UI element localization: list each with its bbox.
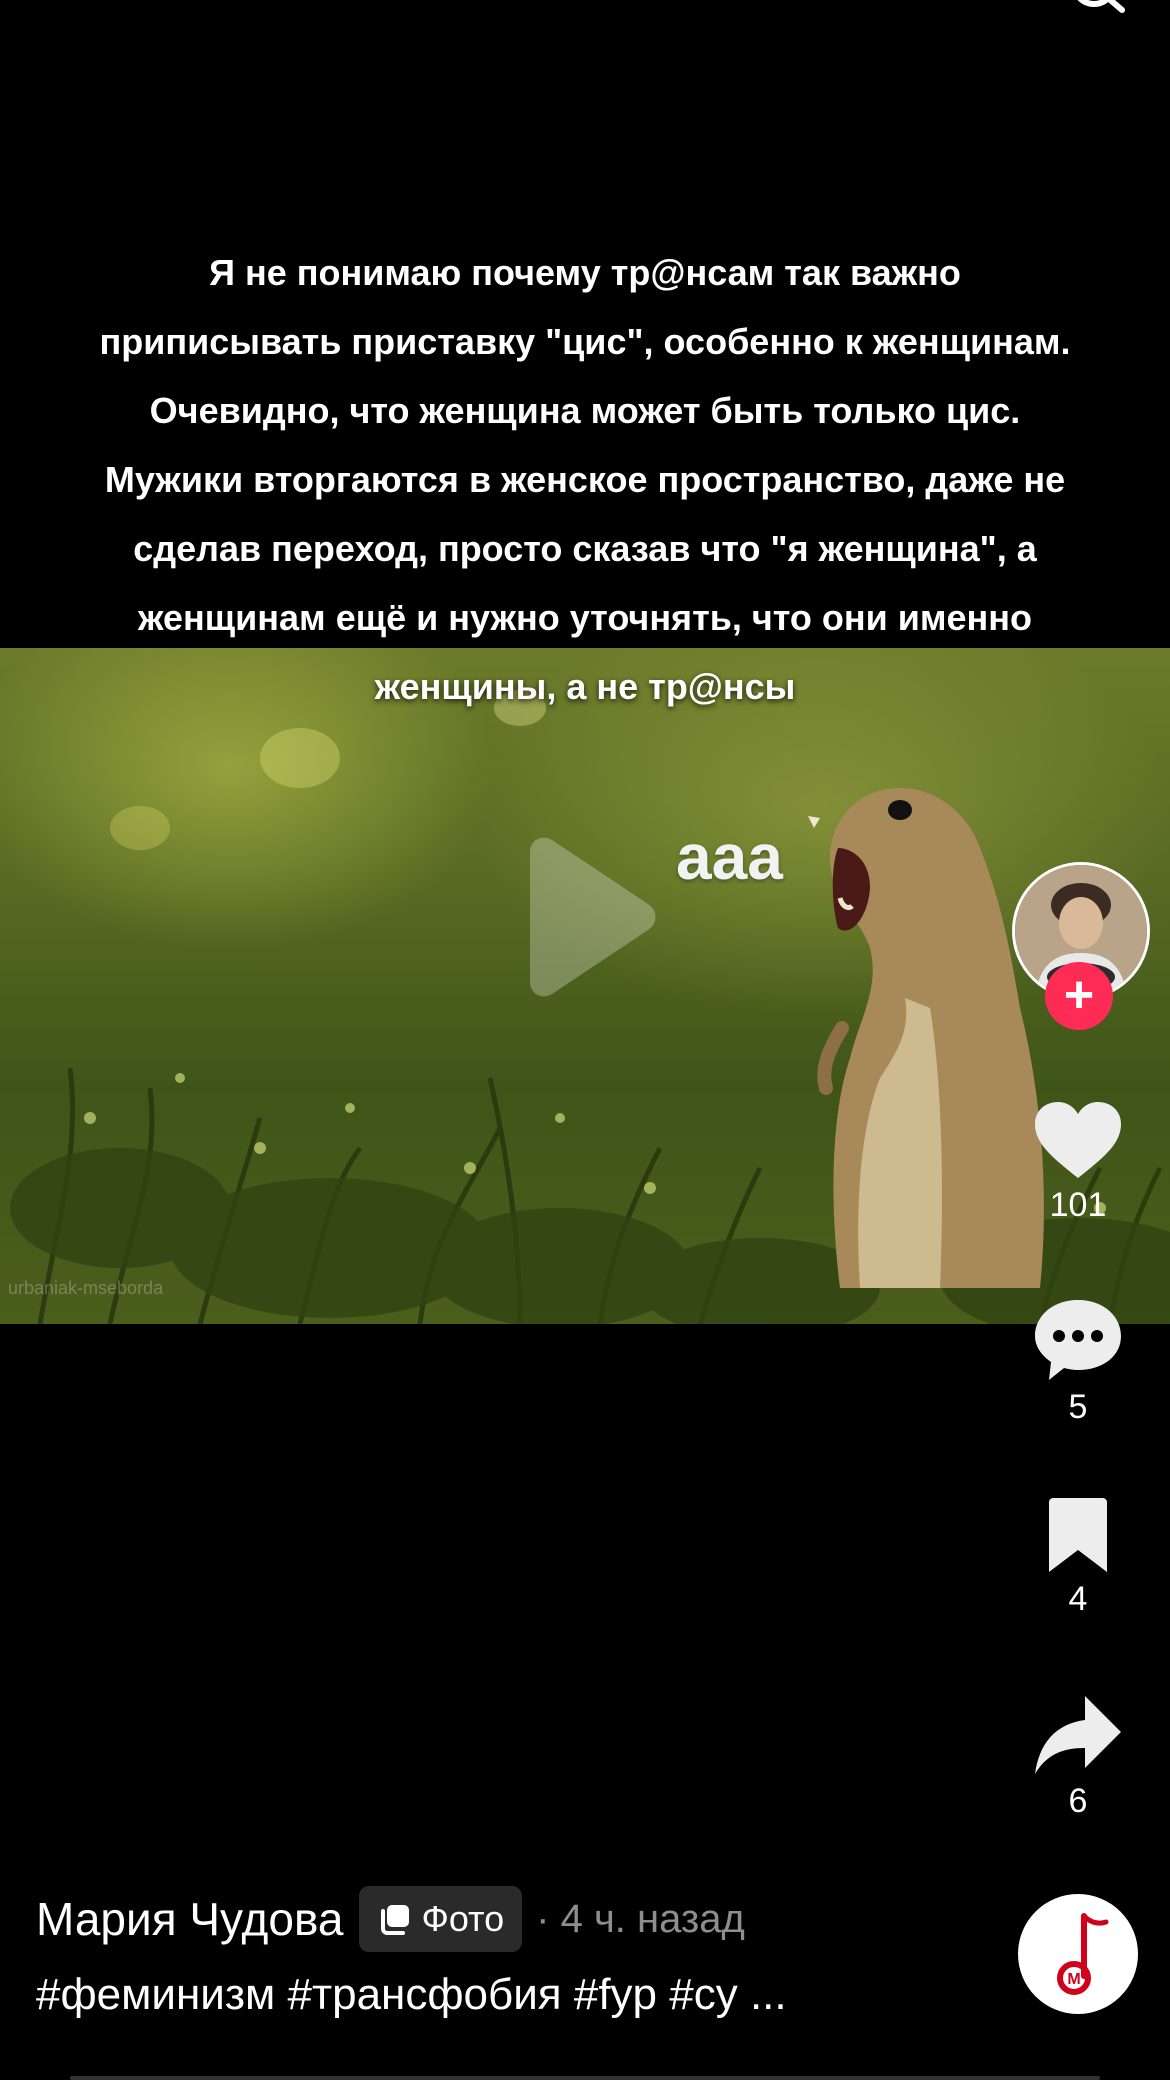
share-button[interactable]: 6	[1030, 1694, 1126, 1821]
post-time: · 4 ч. назад	[536, 1896, 745, 1941]
like-button[interactable]: 101	[1030, 1100, 1126, 1225]
bookmark-icon	[1049, 1498, 1107, 1572]
bookmark-button[interactable]: 4	[1030, 1498, 1126, 1619]
caption-line: Я не понимаю почему тр@нсам так важно	[209, 252, 961, 293]
heart-icon	[1035, 1102, 1121, 1178]
play-icon[interactable]	[510, 832, 660, 1002]
caption-line: приписывать приставку "цис", особенно к …	[99, 321, 1071, 362]
photo-watermark: urbaniak-mseborda	[8, 1278, 164, 1298]
caption-line: женщины, а не тр@нсы	[374, 666, 796, 707]
image-overlay-text: ааа	[676, 821, 783, 893]
photo-badge-label: Фото	[421, 1898, 505, 1939]
comment-button[interactable]: 5	[1030, 1296, 1126, 1427]
share-icon	[1035, 1696, 1121, 1774]
music-disc[interactable]: M	[1018, 1894, 1138, 2014]
back-icon[interactable]	[50, 0, 90, 10]
search-icon[interactable]	[1068, 0, 1128, 14]
post-hashtags[interactable]: #феминизм #трансфобия #fyp #cy ...	[36, 1970, 787, 2020]
comment-icon	[1035, 1300, 1121, 1380]
share-count: 6	[1068, 1782, 1088, 1820]
caption-line: женщинам ещё и нужно уточнять, что они и…	[137, 597, 1033, 638]
photo-badge: Фото	[359, 1886, 523, 1952]
post-meta: Мария Чудова Фото · 4 ч. назад	[36, 1884, 745, 1954]
post-caption: Я не понимаю почему тр@нсам так важно пр…	[40, 238, 1130, 721]
author-name[interactable]: Мария Чудова	[36, 1892, 343, 1946]
music-disc-icon: M	[1057, 1913, 1109, 1995]
comment-count: 5	[1068, 1388, 1088, 1426]
bookmark-count: 4	[1068, 1580, 1088, 1618]
caption-line: сделав переход, просто сказав что "я жен…	[133, 528, 1037, 569]
caption-line: Мужики вторгаются в женское пространство…	[104, 459, 1066, 500]
follow-button[interactable]: +	[1045, 962, 1113, 1030]
caption-line: Очевидно, что женщина может быть только …	[149, 390, 1021, 431]
photo-stack-icon	[381, 1905, 410, 1935]
svg-text:M: M	[1067, 1971, 1080, 1988]
like-count: 101	[1049, 1186, 1107, 1224]
home-indicator	[70, 2076, 1100, 2080]
